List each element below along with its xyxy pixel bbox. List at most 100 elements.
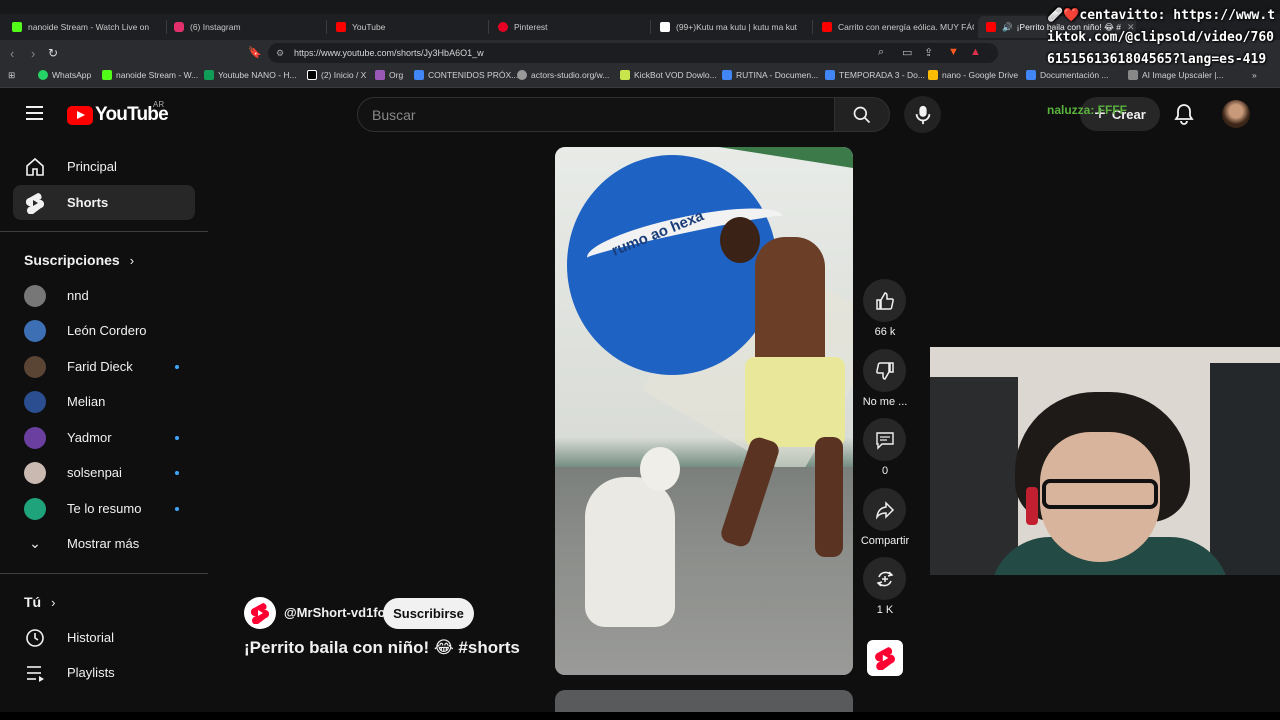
search-input[interactable]: Buscar <box>357 97 835 132</box>
stream-chat-overlay: 🩹❤️centavitto: https://www.tiktok.com/@c… <box>1047 8 1276 67</box>
sidebar-item-shorts[interactable]: Shorts <box>13 185 195 220</box>
tab-title: (99+)Kutu ma kutu | kutu ma kut <box>676 22 798 32</box>
playlist-icon <box>24 664 46 682</box>
zoom-icon[interactable]: ⌕ <box>878 46 884 59</box>
bookmark-x[interactable]: (2) Inicio / X <box>307 70 366 80</box>
share-button[interactable] <box>863 488 906 531</box>
subscription-item[interactable]: León Cordero <box>13 313 195 348</box>
comments-button[interactable] <box>863 418 906 461</box>
bookmark-whatsapp[interactable]: WhatsApp <box>38 70 91 80</box>
docs-icon <box>825 70 835 80</box>
channel-name: Yadmor <box>67 430 112 445</box>
bookmark-icon[interactable]: 🔖 <box>248 46 262 59</box>
bookmark-contenidos[interactable]: CONTENIDOS PRÓX... <box>414 70 518 80</box>
x-icon <box>307 70 317 80</box>
subscription-item[interactable]: nnd <box>13 278 195 313</box>
dog-figure <box>585 477 675 627</box>
rewards-icon[interactable]: ▲ <box>970 46 981 58</box>
account-avatar[interactable] <box>1222 100 1250 128</box>
share-arrow-icon <box>875 500 894 520</box>
tab-youtube[interactable]: YouTube <box>328 16 488 38</box>
brave-shield-icon[interactable]: ▼ <box>948 46 959 58</box>
apps-grid-icon[interactable]: ⊞ <box>8 70 15 81</box>
notifications-button[interactable] <box>1174 103 1194 130</box>
bookmark-nanoide[interactable]: nanoide Stream - W... <box>102 70 198 80</box>
bookmark-rutina[interactable]: RUTINA - Documen... <box>722 70 818 80</box>
tiktok-icon <box>660 22 670 32</box>
bookmark-kickbot[interactable]: KickBot VOD Dowlo... <box>620 70 717 80</box>
comment-count: 0 <box>881 465 889 477</box>
docs-icon <box>1026 70 1036 80</box>
remix-button[interactable] <box>863 557 906 600</box>
sidebar-item-label: Principal <box>67 159 117 174</box>
bookmark-label: CONTENIDOS PRÓX... <box>428 70 519 80</box>
remix-count: 1 K <box>876 604 894 616</box>
bookmark-drive[interactable]: nano - Google Drive <box>928 70 1018 80</box>
more-bookmarks-icon[interactable]: » <box>1252 70 1257 80</box>
search-button[interactable] <box>834 97 890 132</box>
you-heading-label: Tú <box>24 594 42 610</box>
subscription-item[interactable]: solsenpai <box>13 455 195 490</box>
bookmark-documentacion[interactable]: Documentación ... <box>1026 70 1109 80</box>
streamer-webcam <box>930 347 1280 575</box>
subscription-item[interactable]: Te lo resumo <box>13 491 195 526</box>
show-more-button[interactable]: ⌄ Mostrar más <box>13 526 195 561</box>
forward-icon[interactable]: › <box>31 46 35 61</box>
tab-title: Carrito con energía eólica. MUY FÁCI <box>838 22 974 32</box>
bookmark-label: Youtube NANO - H... <box>218 70 297 80</box>
thumbs-down-icon <box>875 361 894 380</box>
channel-name: nnd <box>67 288 89 303</box>
url-field[interactable]: ⚙ https://www.youtube.com/shorts/Jy3HbA6… <box>268 43 998 63</box>
you-heading[interactable]: Tú › <box>24 594 55 610</box>
org-icon <box>375 70 385 80</box>
microphone-icon <box>915 105 930 124</box>
region-code: AR <box>153 100 165 109</box>
like-button[interactable] <box>863 279 906 322</box>
search-icon <box>853 106 871 123</box>
flag-globe <box>567 155 777 375</box>
subscription-item[interactable]: Farid Dieck <box>13 349 195 384</box>
channel-handle[interactable]: @MrShort-vd1fc <box>284 605 385 620</box>
tab-instagram[interactable]: (6) Instagram <box>166 16 326 38</box>
bell-icon <box>1174 104 1194 125</box>
bookmark-youtube-nano[interactable]: Youtube NANO - H... <box>204 70 297 80</box>
sidebar-item-label: Shorts <box>67 195 109 210</box>
sidebar-item-playlists[interactable]: Playlists <box>13 655 195 690</box>
sidebar-item-home[interactable]: Principal <box>13 149 195 184</box>
short-video-player[interactable]: rumo ao hexa <box>555 147 853 675</box>
tab-pinterest[interactable]: Pinterest <box>490 16 650 38</box>
sidebar-item-history[interactable]: Historial <box>13 620 195 655</box>
bookmark-label: RUTINA - Documen... <box>736 70 819 80</box>
channel-avatar <box>24 284 46 307</box>
new-content-dot <box>175 435 179 440</box>
reload-icon[interactable]: ↻ <box>48 46 58 60</box>
site-info-icon[interactable]: ⚙ <box>276 48 284 59</box>
tab-tiktok[interactable]: (99+)Kutu ma kutu | kutu ma kut <box>652 16 812 38</box>
back-icon[interactable]: ‹ <box>10 46 14 61</box>
voice-search-button[interactable] <box>904 96 941 133</box>
bookmark-label: TEMPORADA 3 - Do... <box>839 70 925 80</box>
bookmark-upscaler[interactable]: AI Image Upscaler |... <box>1128 70 1224 80</box>
subscriptions-heading[interactable]: Suscripciones › <box>24 252 134 268</box>
subscription-item[interactable]: Yadmor <box>13 420 195 455</box>
youtube-logo[interactable]: YouTube AR <box>67 100 169 126</box>
boy-leg <box>815 437 843 557</box>
channel-avatar[interactable] <box>244 597 276 629</box>
bookmark-actors-studio[interactable]: actors-studio.org/w... <box>517 70 609 80</box>
bookmark-temporada[interactable]: TEMPORADA 3 - Do... <box>825 70 925 80</box>
tab-carrito[interactable]: Carrito con energía eólica. MUY FÁCI <box>814 16 974 38</box>
instagram-icon <box>174 22 184 32</box>
like-count: 66 k <box>874 326 896 338</box>
share-icon[interactable]: ⇪ <box>924 46 933 59</box>
share-label: Compartir <box>860 535 910 547</box>
drive-icon <box>928 70 938 80</box>
cast-icon[interactable]: ▭ <box>902 46 912 59</box>
dislike-button[interactable] <box>863 349 906 392</box>
menu-icon[interactable] <box>26 106 43 120</box>
bookmark-org[interactable]: Org <box>375 70 403 80</box>
tab-kick[interactable]: nanoide Stream - Watch Live on <box>4 16 164 38</box>
channel-thumbnail[interactable] <box>867 640 903 676</box>
subscription-item[interactable]: Melian <box>13 384 195 419</box>
subscribe-button[interactable]: Suscribirse <box>383 598 474 629</box>
sidebar-divider <box>0 231 208 232</box>
